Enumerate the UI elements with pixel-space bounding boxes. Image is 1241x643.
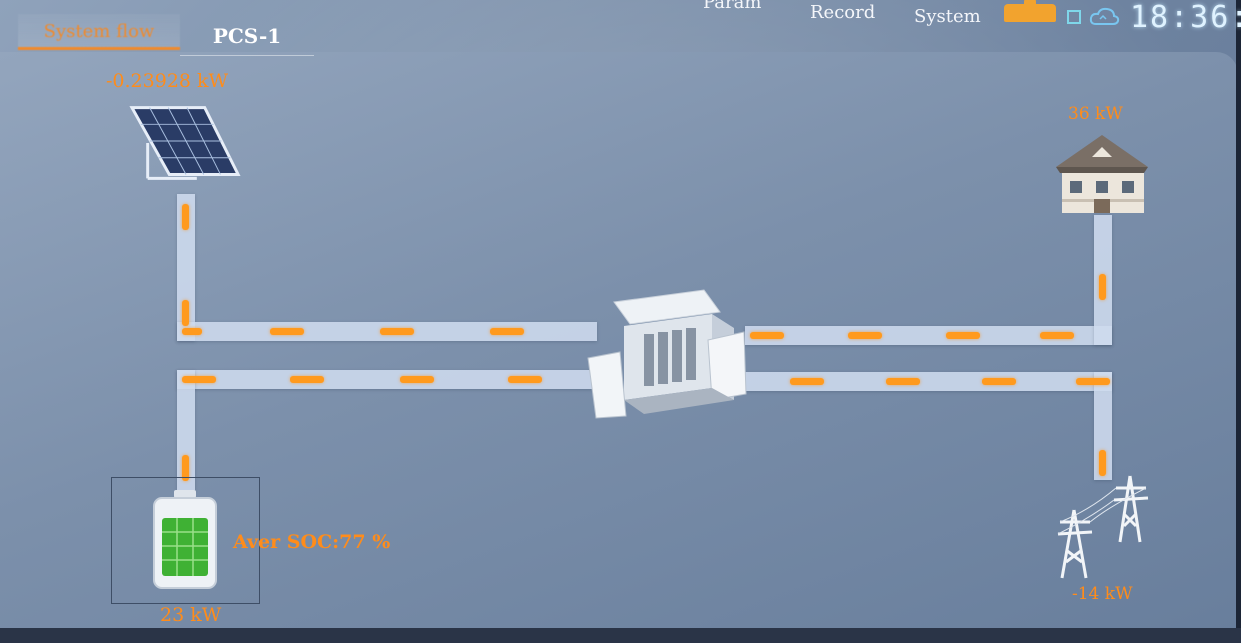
flow-dash (886, 378, 920, 385)
flow-dash (750, 332, 784, 339)
battery-soc-label: Aver SOC:77 % (233, 531, 391, 553)
pv-power-value: -0.23928 kW (106, 70, 229, 92)
top-bar: System flow PCS-1 Param Record System 18… (0, 0, 1241, 56)
connection-status-icon (1067, 10, 1081, 24)
flow-dash (1099, 274, 1106, 300)
flow-dash (400, 376, 434, 383)
menu-param[interactable]: Param (703, 0, 761, 13)
energy-storage-cabinet-icon[interactable] (584, 288, 750, 422)
flow-dash (848, 332, 882, 339)
screen-bezel-right (1236, 0, 1241, 643)
tab-system-flow[interactable]: System flow (18, 14, 180, 50)
flow-dash (1076, 378, 1110, 385)
flow-dash (490, 328, 524, 335)
flow-dash (508, 376, 542, 383)
grid-power-value: -14 kW (1072, 584, 1133, 604)
clock-display: 18:36:57 (1130, 0, 1241, 35)
load-power-value: 36 kW (1068, 104, 1123, 124)
flow-dash (182, 300, 189, 326)
flow-dash (182, 376, 216, 383)
solar-panel-icon[interactable] (128, 103, 246, 183)
tab-pcs-1[interactable]: PCS-1 (180, 16, 314, 56)
flow-dash (182, 328, 202, 335)
flow-dash (270, 328, 304, 335)
menu-record[interactable]: Record (810, 2, 875, 23)
battery-power-value: 23 kW (160, 604, 222, 626)
screen-bezel-bottom (0, 628, 1241, 643)
power-tower-icon[interactable] (1050, 470, 1154, 580)
alarm-icon[interactable] (1004, 0, 1056, 22)
menu-system[interactable]: System (914, 6, 981, 27)
cloud-icon (1089, 7, 1120, 25)
flow-dash (1040, 332, 1074, 339)
flow-dash (946, 332, 980, 339)
flow-dash (380, 328, 414, 335)
flow-dash (982, 378, 1016, 385)
flow-dash (182, 204, 189, 230)
house-icon[interactable] (1050, 133, 1154, 217)
battery-icon[interactable] (150, 488, 220, 592)
screen-background: System flow PCS-1 Param Record System 18… (0, 0, 1241, 643)
flow-dash (290, 376, 324, 383)
flow-dash (790, 378, 824, 385)
